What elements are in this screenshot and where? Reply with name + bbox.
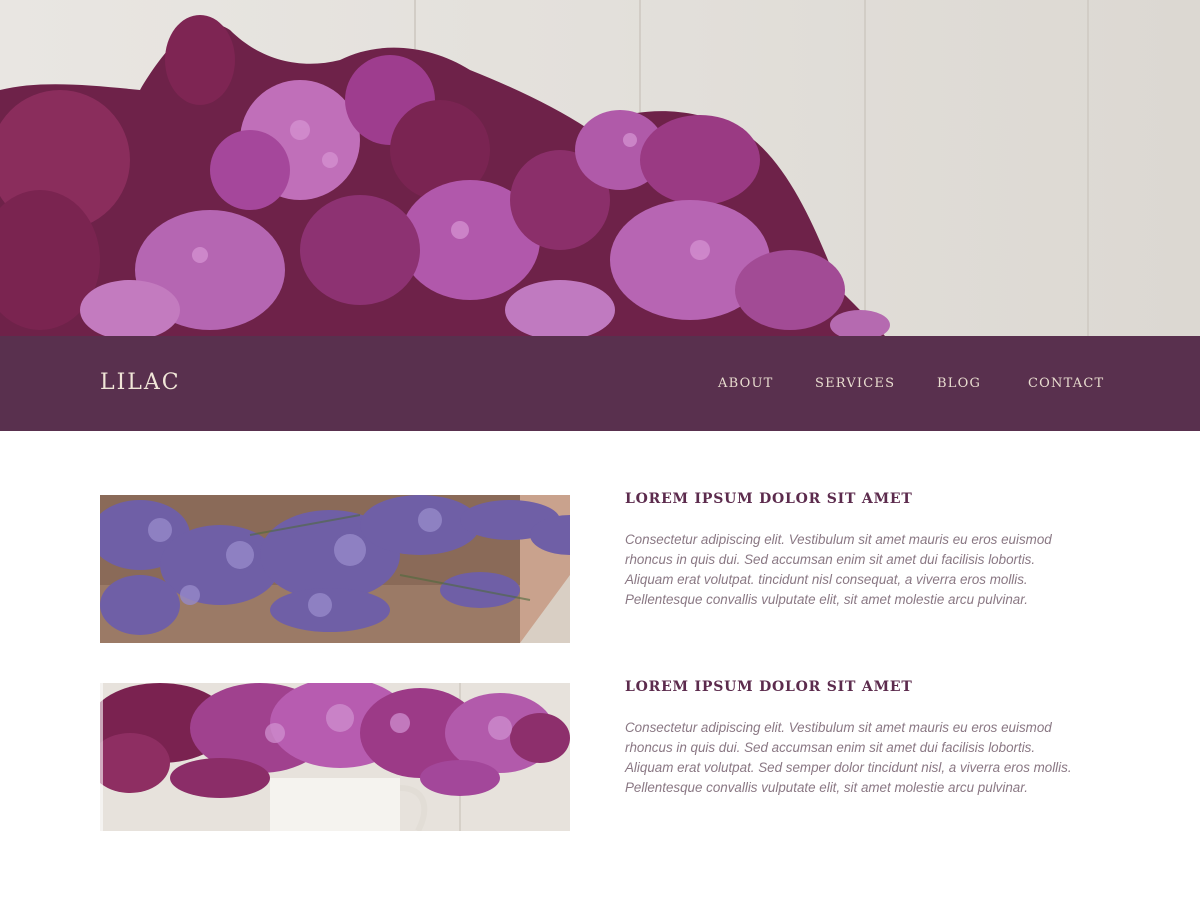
feature-description-line: Consectetur adipiscing elit. Vestibulum …	[625, 720, 1052, 735]
nav-link-contact[interactable]: CONTACT	[1028, 376, 1104, 391]
feature-description-line: Aliquam erat volutpat. Sed semper dolor …	[625, 760, 1072, 775]
feature-description-line: Pellentesque convallis vulputate elit, s…	[625, 780, 1028, 795]
hero-image	[0, 0, 1200, 336]
feature-description-line: Aliquam erat volutpat. tincidunt nisl co…	[625, 572, 1028, 587]
feature-description-line: rhoncus in quis dui. Sed accumsan enim s…	[625, 740, 1036, 755]
feature-description-2: Consectetur adipiscing elit. Vestibulum …	[625, 718, 1105, 798]
feature-description-line: rhoncus in quis dui. Sed accumsan enim s…	[625, 552, 1036, 567]
feature-description-line: Consectetur adipiscing elit. Vestibulum …	[625, 532, 1052, 547]
feature-description-1: Consectetur adipiscing elit. Vestibulum …	[625, 530, 1105, 610]
nav-link-blog[interactable]: BLOG	[937, 376, 981, 391]
brand-logo[interactable]: LILAC	[100, 370, 181, 395]
lilac-bouquet-illustration	[0, 0, 1089, 336]
feature-description-line: Pellentesque convallis vulputate elit, s…	[625, 592, 1028, 607]
feature-image-lavender	[100, 495, 570, 643]
feature-image-lilac-vase	[100, 683, 570, 831]
top-navigation-bar: LILAC ABOUT SERVICES BLOG CONTACT	[0, 336, 1200, 431]
nav-link-about[interactable]: ABOUT	[718, 376, 773, 391]
feature-title-2: LOREM IPSUM DOLOR SIT AMET	[625, 679, 913, 695]
nav-link-services[interactable]: SERVICES	[815, 376, 895, 391]
feature-title-1: LOREM IPSUM DOLOR SIT AMET	[625, 491, 913, 507]
